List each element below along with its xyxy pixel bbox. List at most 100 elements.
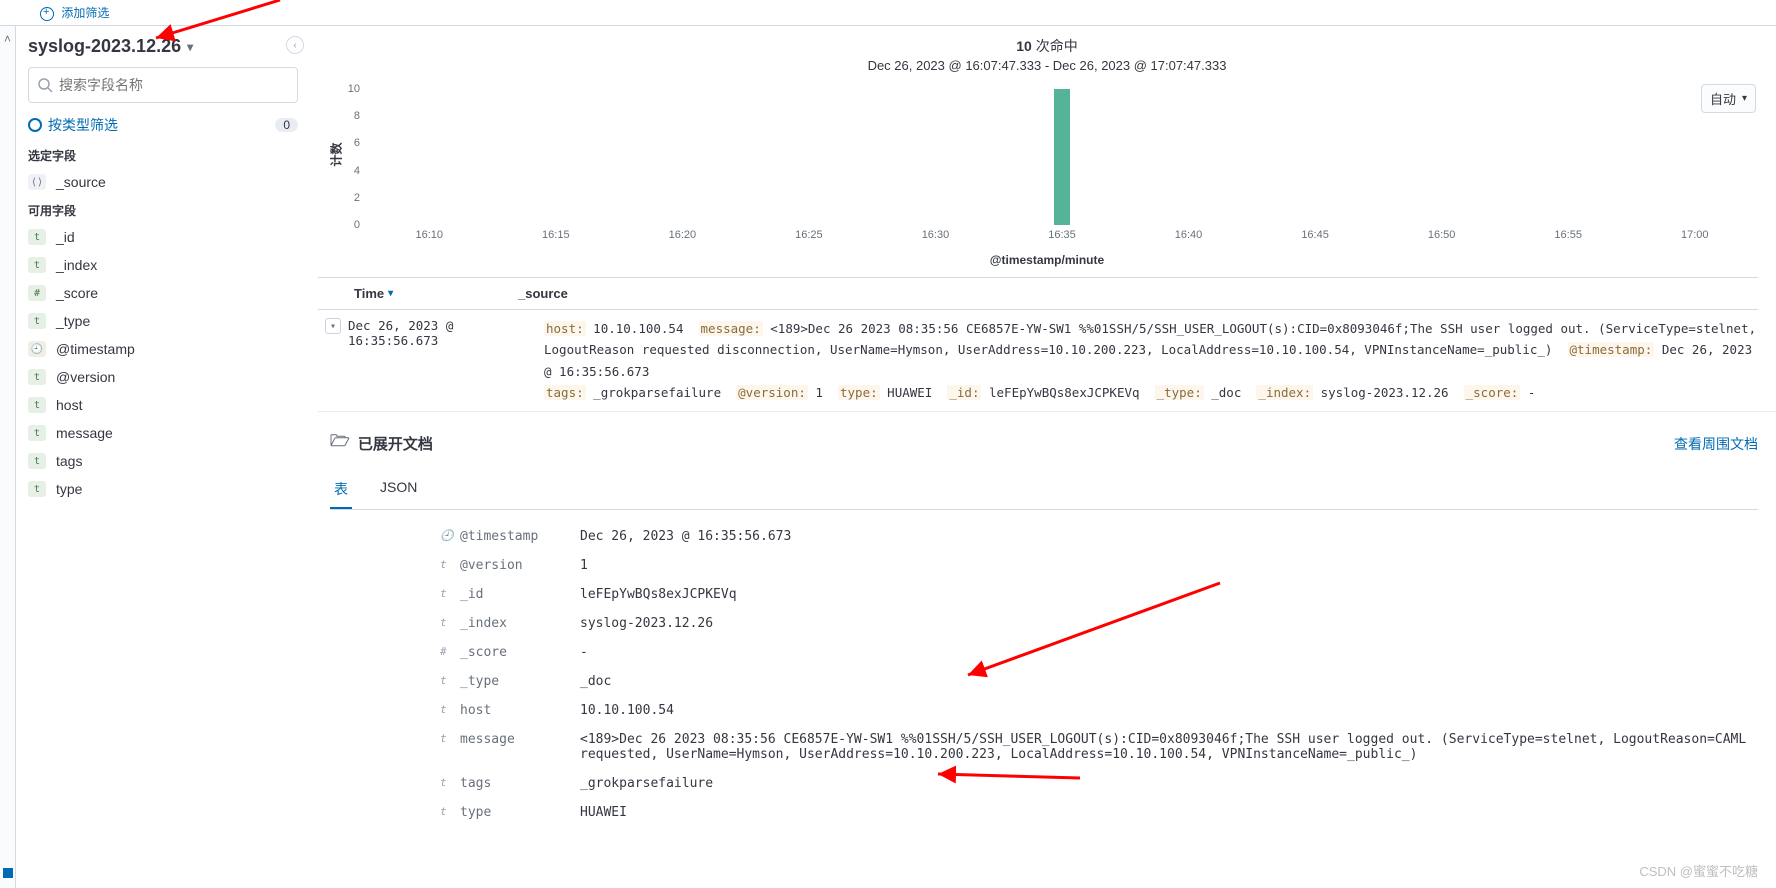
- field-name: @version: [56, 369, 115, 385]
- doc-field-name: type: [460, 805, 580, 820]
- field-name: host: [56, 397, 82, 413]
- type-string-icon: t: [28, 425, 46, 441]
- doc-field-row: t tags _grokparsefailure: [440, 769, 1758, 798]
- add-filter-button[interactable]: 添加筛选: [40, 4, 109, 21]
- tab-json-label: JSON: [380, 479, 417, 495]
- field-name: _type: [56, 313, 90, 329]
- field-type-icon: t: [440, 805, 460, 820]
- discover-sidebar: syslog-2023.12.26 ▾ ‹ 按类型筛选 0 选定字段 ⟨⟩_so…: [16, 26, 310, 888]
- collapse-sidebar-button[interactable]: ‹: [286, 36, 304, 54]
- doc-field-value: 1: [580, 558, 1758, 573]
- field-type-icon: t: [440, 732, 460, 762]
- doc-field-name: @version: [460, 558, 580, 573]
- doc-field-row: t _id leFEpYwBQs8exJCPKEVq: [440, 580, 1758, 609]
- field-row[interactable]: ttype: [28, 475, 298, 503]
- selected-fields-label: 选定字段: [28, 147, 298, 164]
- index-pattern-name: syslog-2023.12.26: [28, 36, 181, 57]
- field-name: _id: [56, 229, 75, 245]
- field-name: message: [56, 425, 113, 441]
- field-type-icon: t: [440, 703, 460, 718]
- chevron-down-icon: ▾: [187, 40, 193, 54]
- field-row[interactable]: 🕘@timestamp: [28, 335, 298, 363]
- field-search-input[interactable]: [59, 77, 289, 93]
- x-tick: 16:55: [1554, 229, 1582, 241]
- hit-count: 10: [1016, 38, 1032, 54]
- table-row: ▾ Dec 26, 2023 @ 16:35:56.673 host: 10.1…: [318, 310, 1776, 412]
- hit-suffix: 次命中: [1032, 38, 1078, 54]
- index-pattern-selector[interactable]: syslog-2023.12.26 ▾: [28, 36, 298, 57]
- doc-tabs: 表 JSON: [330, 471, 1758, 510]
- x-tick: 16:35: [1048, 229, 1076, 241]
- type-string-icon: t: [28, 481, 46, 497]
- filter-by-type[interactable]: 按类型筛选 0: [28, 111, 298, 139]
- field-row[interactable]: t_index: [28, 251, 298, 279]
- doc-field-name: _score: [460, 645, 580, 660]
- type-string-icon: t: [28, 369, 46, 385]
- tab-table[interactable]: 表: [330, 471, 352, 509]
- x-tick: 16:10: [416, 229, 444, 241]
- field-type-icon: #: [440, 645, 460, 660]
- doc-field-value: HUAWEI: [580, 805, 1758, 820]
- add-filter-label: 添加筛选: [61, 6, 109, 20]
- histogram-bar[interactable]: [1054, 89, 1070, 225]
- tab-json[interactable]: JSON: [376, 471, 421, 509]
- field-type-icon: t: [440, 674, 460, 689]
- search-icon: [37, 77, 53, 93]
- field-row[interactable]: thost: [28, 391, 298, 419]
- filter-bar: 添加筛选: [0, 0, 1776, 26]
- field-row[interactable]: t message: [28, 419, 298, 447]
- histogram-chart[interactable]: 计数 0246810 16:1016:1516:2016:2516:3016:3…: [326, 81, 1758, 251]
- column-time[interactable]: Time ▾: [318, 286, 518, 301]
- column-source[interactable]: _source: [518, 286, 1758, 301]
- x-tick: 16:45: [1301, 229, 1329, 241]
- x-tick: 16:20: [669, 229, 697, 241]
- doc-field-value: syslog-2023.12.26: [580, 616, 1758, 631]
- field-row[interactable]: ⟨⟩_source: [28, 168, 298, 196]
- chevron-down-icon: ▾: [325, 318, 341, 334]
- filter-icon: [28, 118, 42, 132]
- chevron-up-icon[interactable]: ˄: [4, 32, 11, 46]
- type-string-icon: t: [28, 313, 46, 329]
- doc-field-row: t _type _doc: [440, 667, 1758, 696]
- doc-field-row: # _score -: [440, 638, 1758, 667]
- discover-content: 10 次命中 Dec 26, 2023 @ 16:07:47.333 - Dec…: [310, 26, 1776, 888]
- chart-header: 10 次命中 Dec 26, 2023 @ 16:07:47.333 - Dec…: [318, 36, 1776, 73]
- field-row[interactable]: t _id: [28, 223, 298, 251]
- doc-field-row: t host 10.10.100.54: [440, 696, 1758, 725]
- type-string-icon: t: [28, 453, 46, 469]
- column-source-label: _source: [518, 286, 568, 301]
- field-name: @timestamp: [56, 341, 135, 357]
- row-source: host: 10.10.100.54 message: <189>Dec 26 …: [544, 318, 1758, 403]
- field-search[interactable]: [28, 67, 298, 103]
- x-tick: 17:00: [1681, 229, 1709, 241]
- y-tick: 2: [354, 192, 360, 204]
- available-fields-label: 可用字段: [28, 202, 298, 219]
- view-surrounding-link[interactable]: 查看周围文档: [1674, 434, 1758, 454]
- doc-field-name: _type: [460, 674, 580, 689]
- type-string-icon: t: [28, 229, 46, 245]
- doc-field-name: _index: [460, 616, 580, 631]
- y-tick: 4: [354, 165, 360, 177]
- field-row[interactable]: t @version: [28, 363, 298, 391]
- row-expand-toggle[interactable]: ▾: [318, 318, 348, 403]
- rail: ˄: [0, 26, 16, 888]
- field-name: tags: [56, 453, 82, 469]
- time-range-text: Dec 26, 2023 @ 16:07:47.333 - Dec 26, 20…: [868, 58, 1227, 73]
- sort-desc-icon: ▾: [388, 288, 393, 299]
- field-name: _score: [56, 285, 98, 301]
- doc-field-row: t _index syslog-2023.12.26: [440, 609, 1758, 638]
- doc-field-value: leFEpYwBQs8exJCPKEVq: [580, 587, 1758, 602]
- doc-field-value: -: [580, 645, 1758, 660]
- field-row[interactable]: #_score: [28, 279, 298, 307]
- filter-count-badge: 0: [275, 118, 298, 132]
- field-name: type: [56, 481, 82, 497]
- tab-table-label: 表: [334, 481, 348, 497]
- doc-field-name: host: [460, 703, 580, 718]
- type-string-icon: t: [28, 397, 46, 413]
- folder-open-icon: 🗁: [330, 430, 350, 457]
- field-row[interactable]: t _type: [28, 307, 298, 335]
- expanded-doc-panel: 🗁 已展开文档 查看周围文档 表 JSON 🕘 @timestamp Dec 2…: [330, 430, 1758, 827]
- field-type-icon: 🕘: [440, 529, 460, 544]
- x-tick: 16:50: [1428, 229, 1456, 241]
- field-row[interactable]: ttags: [28, 447, 298, 475]
